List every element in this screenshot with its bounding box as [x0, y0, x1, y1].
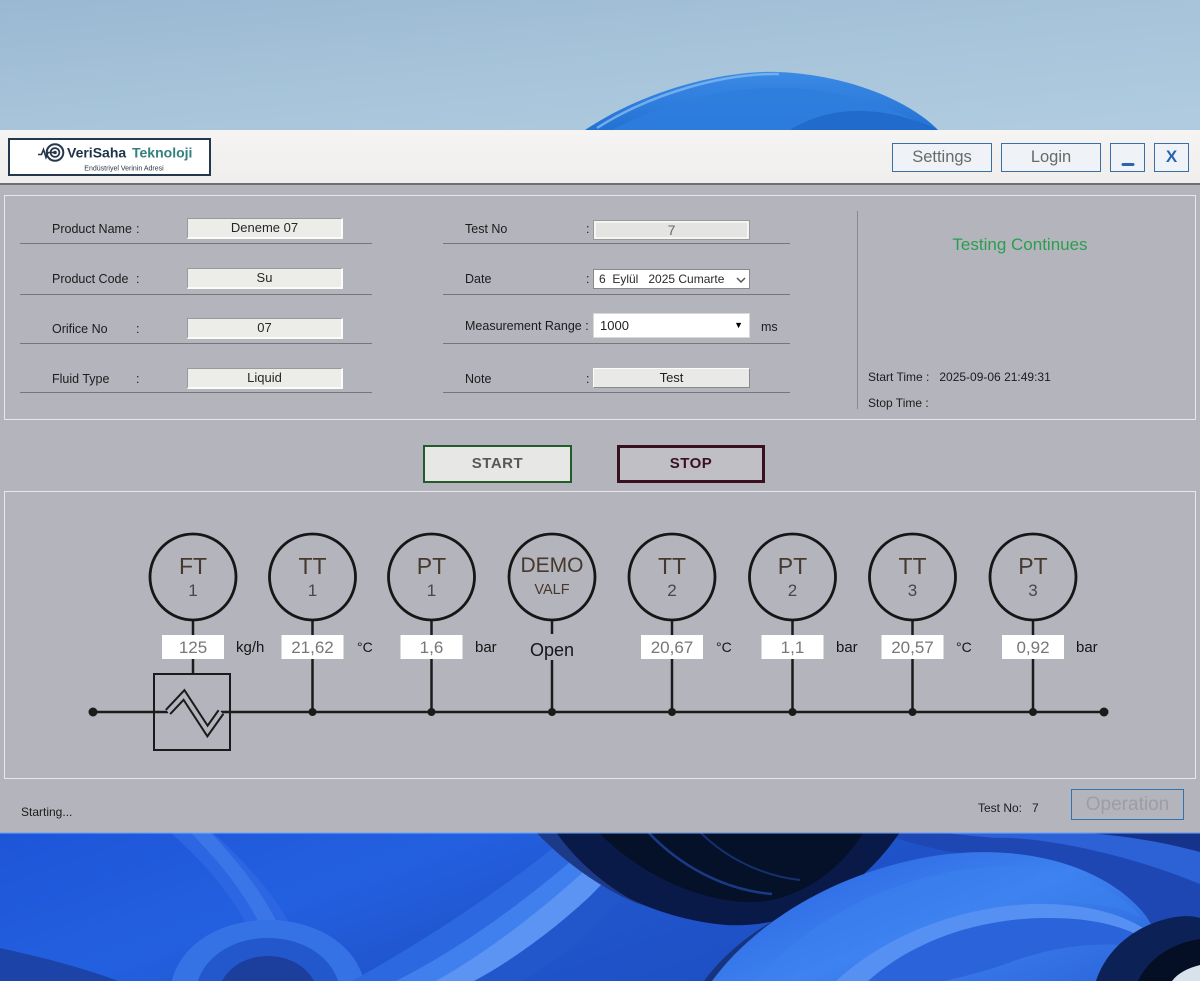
svg-text:20,67: 20,67: [651, 638, 694, 657]
svg-text:PT: PT: [1018, 553, 1047, 579]
svg-text:Teknoloji: Teknoloji: [132, 145, 192, 161]
svg-text:bar: bar: [475, 639, 497, 656]
svg-text:20,57: 20,57: [891, 638, 934, 657]
svg-text:kg/h: kg/h: [236, 639, 264, 656]
svg-text:1,6: 1,6: [420, 638, 444, 657]
svg-text:°C: °C: [357, 639, 373, 655]
svg-text:2: 2: [667, 581, 676, 600]
svg-text:1: 1: [188, 581, 197, 600]
svg-text:21,62: 21,62: [291, 638, 334, 657]
svg-text:PT: PT: [778, 553, 807, 579]
svg-text:bar: bar: [1076, 639, 1098, 656]
svg-text:0,92: 0,92: [1016, 638, 1049, 657]
svg-text:bar: bar: [836, 639, 858, 656]
svg-text:PT: PT: [417, 553, 446, 579]
svg-text:125: 125: [179, 638, 207, 657]
svg-text:TT: TT: [658, 553, 686, 579]
svg-text:3: 3: [1028, 581, 1037, 600]
svg-text:DEMO: DEMO: [521, 554, 584, 577]
svg-text:°C: °C: [716, 639, 732, 655]
svg-text:2: 2: [788, 581, 797, 600]
svg-text:FT: FT: [179, 553, 207, 579]
svg-text:TT: TT: [898, 553, 926, 579]
svg-text:VALF: VALF: [534, 582, 569, 598]
svg-text:3: 3: [908, 581, 917, 600]
svg-text:1: 1: [308, 581, 317, 600]
svg-text:Endüstriyel Verinin Adresi: Endüstriyel Verinin Adresi: [84, 166, 164, 173]
svg-text:1,1: 1,1: [781, 638, 805, 657]
svg-text:TT: TT: [298, 553, 326, 579]
svg-text:Open: Open: [530, 640, 574, 660]
svg-text:1: 1: [427, 581, 436, 600]
svg-text:VeriSaha: VeriSaha: [67, 145, 126, 161]
svg-text:°C: °C: [956, 639, 972, 655]
